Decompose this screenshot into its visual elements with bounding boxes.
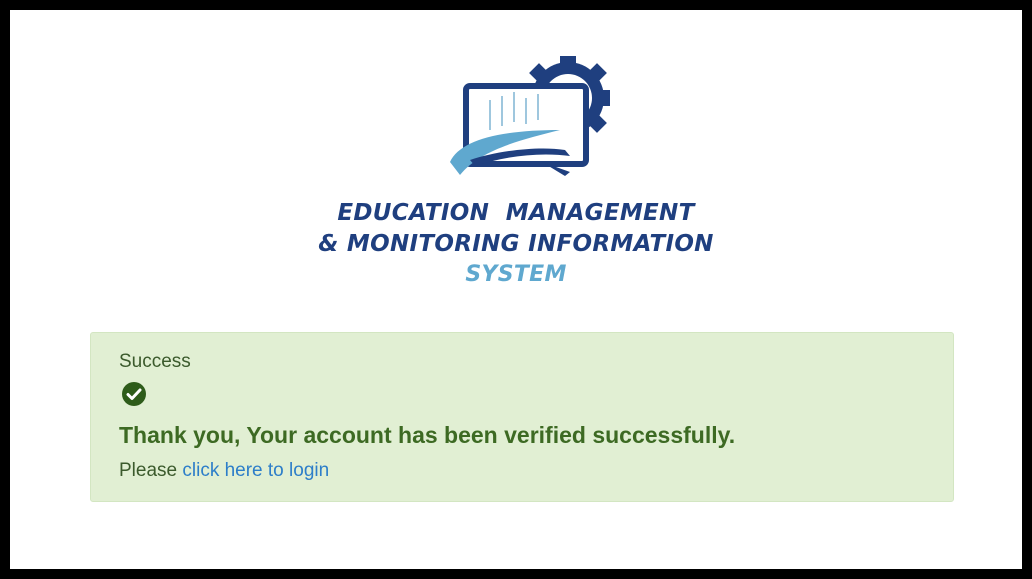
login-prompt-prefix: Please	[119, 460, 183, 481]
verification-message: Thank you, Your account has been verifie…	[119, 422, 736, 448]
logo-title-line3: SYSTEM	[465, 262, 567, 287]
emmis-logo: EDUCATION MANAGEMENT & MONITORING INFORM…	[10, 50, 1022, 300]
alert-title: Success	[119, 351, 191, 372]
logo-title-line1: EDUCATION MANAGEMENT	[337, 200, 695, 226]
page-frame: EDUCATION MANAGEMENT & MONITORING INFORM…	[10, 10, 1022, 569]
logo-title-line2: & MONITORING INFORMATION	[318, 231, 714, 257]
check-circle-icon	[122, 382, 146, 406]
success-alert: Success Thank you, Your account has been…	[90, 332, 954, 502]
login-link[interactable]: click here to login	[182, 460, 329, 481]
login-prompt: Please click here to login	[119, 460, 329, 482]
monitor-gear-icon	[450, 56, 610, 176]
